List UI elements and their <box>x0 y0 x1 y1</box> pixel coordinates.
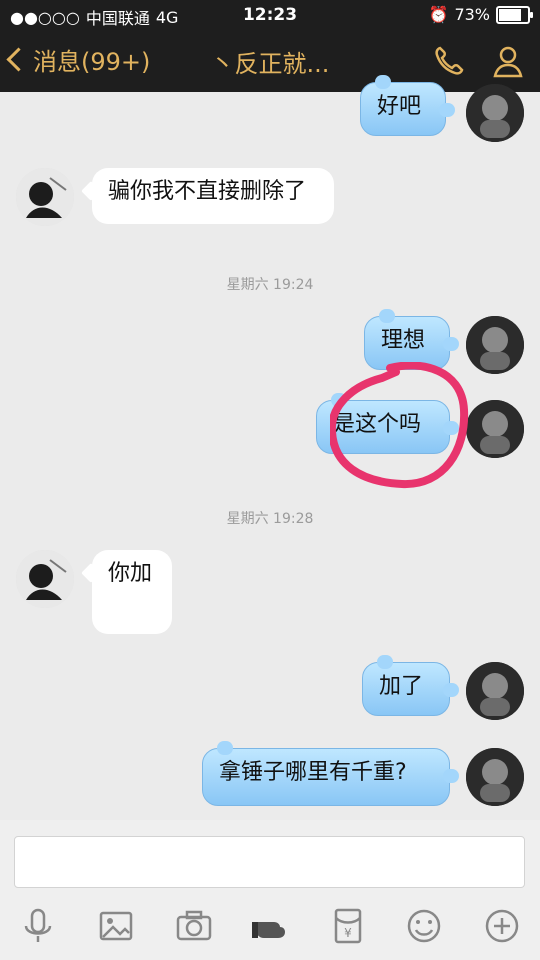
input-bar: ¥ <box>0 820 540 960</box>
back-label: 消息(99+) <box>33 48 151 76</box>
avatar-self[interactable] <box>466 400 524 458</box>
top-bar: ●●○○○ 中国联通 4G 12:23 ⏰ 73% 消息(99+) 丶反正就..… <box>0 0 540 92</box>
avatar-self[interactable] <box>466 748 524 806</box>
microphone-icon[interactable] <box>18 906 58 946</box>
avatar-self[interactable] <box>466 662 524 720</box>
message-text: 你加 <box>108 561 153 586</box>
poke-hand-icon[interactable] <box>250 906 290 946</box>
camera-icon[interactable] <box>174 906 214 946</box>
emoji-icon[interactable] <box>404 906 444 946</box>
user-icon[interactable] <box>488 42 528 82</box>
message-input[interactable] <box>14 836 525 888</box>
chat-area[interactable]: 好吧 骗你我不直接删除了 星期六 19:24 理想 是这个吗 星期六 19:28… <box>0 75 540 820</box>
toolbar: ¥ <box>0 898 540 960</box>
message-in[interactable]: 你加 <box>92 550 172 634</box>
avatar-self[interactable] <box>466 84 524 142</box>
avatar-friend[interactable] <box>16 168 74 226</box>
chevron-left-icon <box>6 47 31 72</box>
message-text: 拿锤子哪里有千重? <box>219 760 407 785</box>
red-packet-icon[interactable]: ¥ <box>328 906 368 946</box>
avatar-self[interactable] <box>466 316 524 374</box>
status-right: ⏰ 73% <box>428 5 533 24</box>
avatar-friend[interactable] <box>16 550 74 608</box>
message-in[interactable]: 骗你我不直接删除了 <box>92 168 334 224</box>
chat-title: 丶反正就... <box>210 50 330 78</box>
message-out[interactable]: 加了 <box>362 655 459 716</box>
battery-percent: 73% <box>454 5 490 24</box>
message-text: 骗你我不直接删除了 <box>108 179 307 204</box>
nav-bar: 消息(99+) 丶反正就... <box>0 30 540 92</box>
image-icon[interactable] <box>96 906 136 946</box>
message-out[interactable]: 理想 <box>364 309 459 370</box>
alarm-icon: ⏰ <box>428 5 449 24</box>
battery-icon <box>496 5 533 24</box>
message-text: 理想 <box>381 328 426 353</box>
timestamp: 星期六 19:28 <box>226 511 314 527</box>
phone-icon[interactable] <box>428 42 468 82</box>
message-out[interactable]: 拿锤子哪里有千重? <box>202 741 459 806</box>
message-out[interactable]: 好吧 <box>360 75 455 136</box>
svg-text:¥: ¥ <box>344 926 352 940</box>
back-button[interactable]: 消息(99+) <box>6 42 151 77</box>
timestamp: 星期六 19:24 <box>226 277 314 293</box>
message-text: 加了 <box>379 674 424 699</box>
message-out[interactable]: 是这个吗 <box>316 393 459 454</box>
plus-icon[interactable] <box>482 906 522 946</box>
message-text: 好吧 <box>377 94 422 119</box>
status-bar: ●●○○○ 中国联通 4G 12:23 ⏰ 73% <box>0 0 540 30</box>
message-text: 是这个吗 <box>333 412 422 437</box>
